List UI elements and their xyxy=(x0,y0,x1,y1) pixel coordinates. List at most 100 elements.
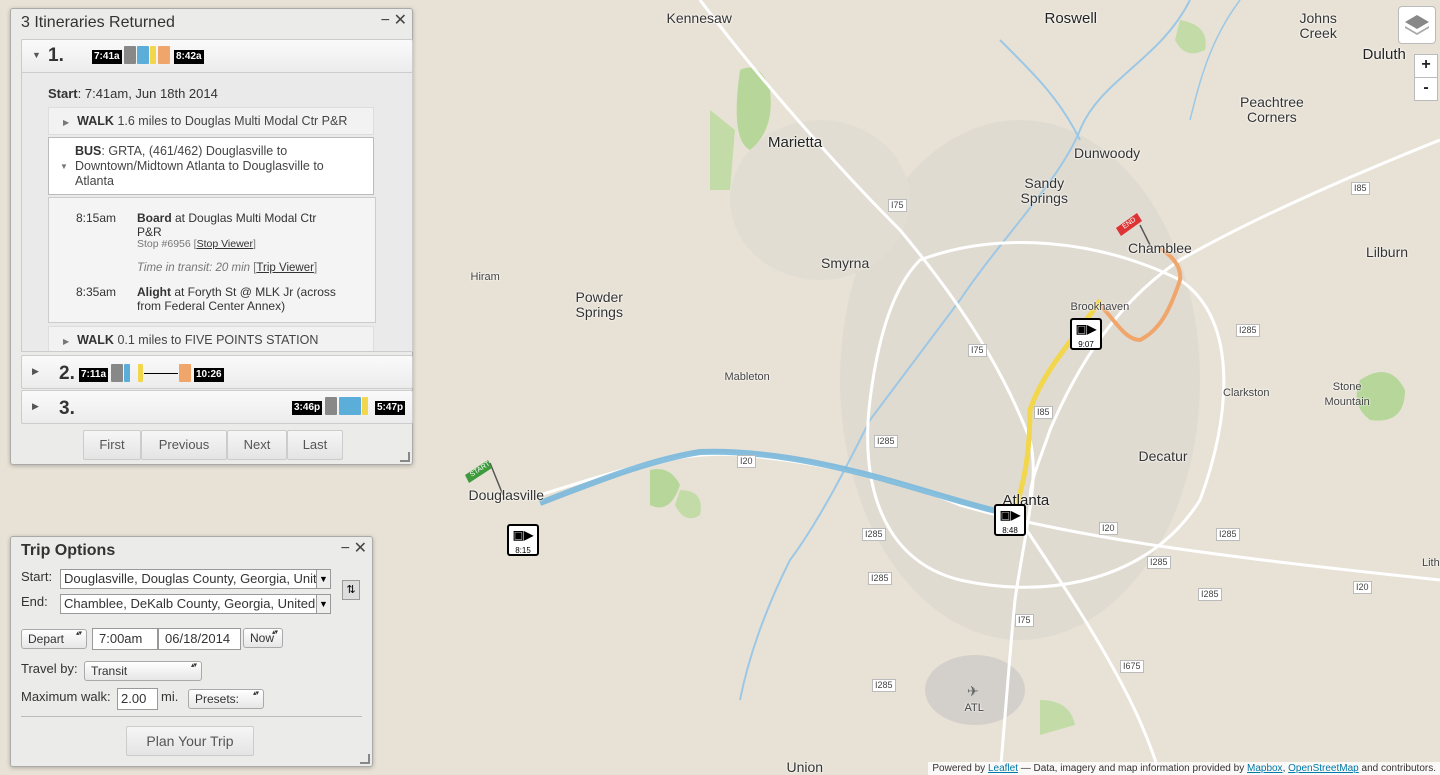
bus-icon xyxy=(158,46,170,64)
stop-viewer-link[interactable]: Stop Viewer xyxy=(197,238,253,250)
end-input[interactable]: Chamblee, DeKalb County, Georgia, United… xyxy=(60,594,317,614)
highway-shield: I285 xyxy=(862,528,886,541)
swap-icon[interactable]: ⇅ xyxy=(342,580,360,600)
attr-suffix: and contributors. xyxy=(1358,763,1437,774)
close-button[interactable]: ✕ xyxy=(394,13,407,29)
caret-down-icon: ▼ xyxy=(32,50,41,60)
place-label: Brookhaven xyxy=(1070,300,1130,313)
place-label: Johns Creek xyxy=(1299,10,1337,41)
previous-button[interactable]: Previous xyxy=(141,430,227,460)
first-button[interactable]: First xyxy=(83,430,141,460)
layers-icon xyxy=(1405,15,1429,35)
resize-handle[interactable] xyxy=(400,452,410,462)
map-attribution: Powered by Leaflet — Data, imagery and m… xyxy=(928,762,1440,775)
place-label: Clarkston xyxy=(1223,386,1270,399)
start-time-badge: 7:41a xyxy=(92,50,122,64)
bus-icon xyxy=(179,364,191,382)
resize-handle[interactable] xyxy=(360,754,370,764)
osm-link[interactable]: OpenStreetMap xyxy=(1288,763,1359,774)
date-input[interactable]: 06/18/2014 xyxy=(158,628,241,650)
marker-time: 8:15 xyxy=(515,546,531,555)
caret-right-icon: ▶ xyxy=(63,337,70,346)
next-button[interactable]: Next xyxy=(227,430,287,460)
highway-shield: I75 xyxy=(968,344,987,357)
place-label: Stone Mountain xyxy=(1324,381,1370,408)
itineraries-panel: 3 Itineraries Returned − ✕ ▼ 1. 7:41a 8:… xyxy=(10,8,413,465)
travel-by-select[interactable]: Transit xyxy=(84,661,202,681)
highway-shield: I285 xyxy=(1216,528,1240,541)
presets-select[interactable]: Presets: xyxy=(188,689,264,709)
walk-icon xyxy=(111,364,123,382)
leaflet-link[interactable]: Leaflet xyxy=(988,763,1018,774)
start-dropdown-icon[interactable]: ▼ xyxy=(316,569,331,589)
minimize-button[interactable]: − xyxy=(381,13,390,29)
start-value: : 7:41am, Jun 18th 2014 xyxy=(77,86,218,101)
place-label: ATL xyxy=(964,701,984,714)
leg-mode: WALK xyxy=(77,114,114,128)
place-label: Douglasville xyxy=(468,486,544,503)
place-label: Sandy Springs xyxy=(1020,175,1068,206)
highway-shield: I75 xyxy=(888,199,907,212)
time-input[interactable]: 7:00am xyxy=(92,628,158,650)
bus-leg[interactable]: ▼ BUS: GRTA, (461/462) Douglasville to D… xyxy=(48,137,374,195)
max-walk-input[interactable]: 2.00 xyxy=(117,688,158,710)
place-label: Dunwoody xyxy=(1074,144,1141,161)
bus-leg-details: 8:15am Board at Douglas Multi Modal Ctr … xyxy=(48,197,376,323)
itinerary-number: 1. xyxy=(48,45,64,66)
close-button[interactable]: ✕ xyxy=(354,541,367,557)
transit-stop-marker[interactable]: ▣▶ 8:15 xyxy=(507,524,539,556)
walk-leg-2[interactable]: ▶ WALK 0.1 miles to FIVE POINTS STATION xyxy=(48,326,374,351)
highway-shield: I675 xyxy=(1120,660,1144,673)
divider xyxy=(21,716,362,717)
end-label: End: xyxy=(21,594,48,609)
end-time-badge: 5:47p xyxy=(375,401,406,415)
highway-shield: I85 xyxy=(1351,182,1370,195)
start-time-badge: 7:11a xyxy=(79,368,109,382)
transit-stop-marker[interactable]: ▣▶ 8:48 xyxy=(994,504,1026,536)
itinerary-details: Start: 7:41am, Jun 18th 2014 ▶ WALK 1.6 m… xyxy=(21,72,413,352)
stop-end: ] xyxy=(253,238,256,250)
walk-leg-1[interactable]: ▶ WALK 1.6 miles to Douglas Multi Modal C… xyxy=(48,107,374,135)
bus-icon xyxy=(339,397,361,415)
last-button[interactable]: Last xyxy=(287,430,343,460)
start-input[interactable]: Douglasville, Douglas County, Georgia, U… xyxy=(60,569,317,589)
trip-viewer-link[interactable]: Trip Viewer xyxy=(256,262,314,274)
highway-shield: I75 xyxy=(1015,614,1034,627)
caret-right-icon: ▶ xyxy=(32,366,39,376)
walk-icon xyxy=(124,46,136,64)
bracket-close: ] xyxy=(313,262,318,274)
leg-text: 1.6 miles to Douglas Multi Modal Ctr P&R xyxy=(113,114,348,128)
layers-button[interactable] xyxy=(1398,6,1436,44)
bus-play-icon: ▣▶ xyxy=(512,528,534,542)
mapbox-link[interactable]: Mapbox xyxy=(1247,763,1283,774)
itinerary-number: 3. xyxy=(59,398,75,419)
walk-unit: mi. xyxy=(161,689,179,704)
itinerary-3-header[interactable]: ▶ 3. 3:46p 5:47p xyxy=(21,390,413,424)
start-label: Start: xyxy=(21,569,53,584)
alight-time: 8:35am xyxy=(76,285,117,299)
end-dropdown-icon[interactable]: ▼ xyxy=(316,594,331,614)
place-label: Lith xyxy=(1422,556,1440,569)
caret-down-icon: ▼ xyxy=(60,162,68,171)
plan-trip-button[interactable]: Plan Your Trip xyxy=(126,726,254,756)
leg-mode: BUS xyxy=(75,144,102,158)
itinerary-1-header[interactable]: ▼ 1. 7:41a 8:42a xyxy=(21,39,413,73)
zoom-in-button[interactable]: + xyxy=(1414,54,1438,78)
leg-mode: WALK xyxy=(77,333,114,347)
caret-right-icon: ▶ xyxy=(63,118,70,127)
panel-title: 3 Itineraries Returned xyxy=(21,14,175,31)
depart-select[interactable]: Depart xyxy=(21,629,87,649)
place-label: Peachtree Corners xyxy=(1240,94,1304,125)
timeline-line xyxy=(144,373,178,374)
now-button[interactable]: Now xyxy=(243,628,283,648)
leg-text: : GRTA, (461/462) Douglasville to Downto… xyxy=(75,144,324,188)
itinerary-2-header[interactable]: ▶ 2. 7:11a 10:26 xyxy=(21,355,413,389)
end-time-badge: 10:26 xyxy=(194,368,224,382)
place-label: Smyrna xyxy=(821,254,870,271)
zoom-out-button[interactable]: - xyxy=(1414,77,1438,101)
place-label: Decatur xyxy=(1138,447,1188,464)
airport-icon: ✈ xyxy=(967,683,979,699)
transit-stop-marker[interactable]: ▣▶ 9:07 xyxy=(1070,318,1102,350)
attr-mid: — Data, imagery and map information prov… xyxy=(1017,763,1247,774)
minimize-button[interactable]: − xyxy=(341,541,350,557)
